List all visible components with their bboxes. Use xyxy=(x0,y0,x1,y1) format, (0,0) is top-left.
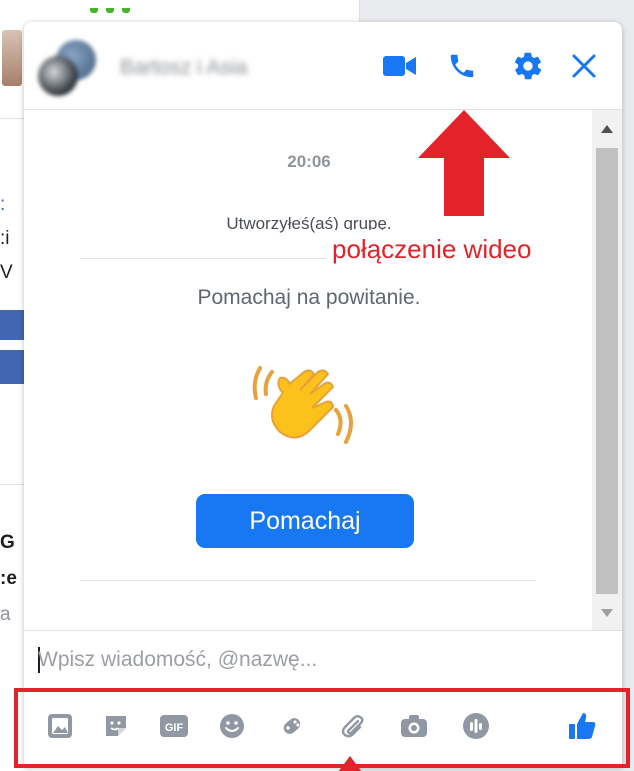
scrollbar-thumb[interactable] xyxy=(596,148,618,594)
chat-header: Bartosz i Asia xyxy=(24,22,622,110)
scroll-up-icon[interactable] xyxy=(592,114,622,144)
annotation-highlight-box xyxy=(14,688,630,768)
gear-icon[interactable] xyxy=(510,48,546,84)
chat-title[interactable]: Bartosz i Asia xyxy=(120,56,247,80)
chat-window: Bartosz i Asia 20:06 Utworzyłeś(aś) grup… xyxy=(24,22,622,767)
waving-hand-icon xyxy=(252,350,356,454)
annotation-arrow-tip-icon xyxy=(338,756,362,771)
scroll-down-icon[interactable] xyxy=(592,598,622,628)
wave-prompt: Pomachaj na powitanie. xyxy=(197,286,421,309)
wave-button[interactable]: Pomachaj xyxy=(196,494,414,548)
background-text-fragment: V xyxy=(0,262,13,283)
thread-divider xyxy=(80,580,536,581)
message-thread: 20:06 Utworzyłeś(aś) grupę. Pomachaj na … xyxy=(24,110,622,630)
phone-icon[interactable] xyxy=(444,48,480,84)
annotation-arrow-icon xyxy=(416,108,512,218)
background-text-fragment: : xyxy=(0,194,6,215)
background-thumbnail xyxy=(2,30,22,86)
group-avatar[interactable] xyxy=(38,38,96,96)
background-decoration xyxy=(90,0,170,13)
background-button-fragment xyxy=(0,310,24,340)
message-composer xyxy=(24,630,622,690)
background-text-fragment: :i xyxy=(0,228,10,249)
close-icon[interactable] xyxy=(566,48,602,84)
scrollbar[interactable] xyxy=(592,110,622,630)
annotation-label: połączenie wideo xyxy=(326,230,538,269)
video-camera-icon[interactable] xyxy=(382,48,418,84)
background-text-fragment: G xyxy=(0,532,15,553)
message-input[interactable] xyxy=(38,645,578,675)
background-text-fragment: a xyxy=(0,604,11,625)
background-button-fragment xyxy=(0,350,24,384)
background-text-fragment: :e xyxy=(0,568,17,589)
